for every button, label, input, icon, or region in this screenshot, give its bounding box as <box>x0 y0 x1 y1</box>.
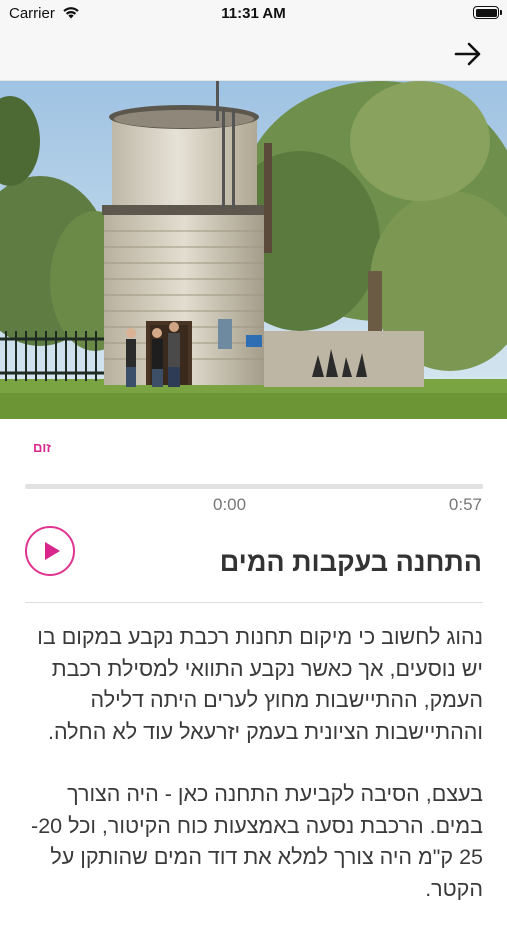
water-tower-photo[interactable] <box>0 81 507 419</box>
status-bar: Carrier 11:31 AM <box>0 0 507 28</box>
audio-progress-track[interactable] <box>25 484 483 489</box>
play-icon <box>45 542 60 560</box>
battery-icon <box>473 6 502 19</box>
stop-title: התחנה בעקבות המים <box>219 547 482 577</box>
navigation-bar <box>0 28 507 81</box>
status-time: 11:31 AM <box>221 5 286 22</box>
article-body: נהוג לחשוב כי מיקום תחנות רכבת נקבע במקו… <box>25 622 483 936</box>
current-time: 0:00 <box>213 495 247 514</box>
article-paragraph: בעצם, הסיבה לקביעת התחנה כאן - היה הצורך… <box>31 782 483 901</box>
total-time: 0:57 <box>448 495 482 514</box>
divider <box>25 602 483 603</box>
article-paragraph: נהוג לחשוב כי מיקום תחנות רכבת נקבע במקו… <box>37 625 483 744</box>
arrow-right-icon[interactable] <box>453 39 483 69</box>
zoom-link[interactable]: זום <box>33 440 51 455</box>
play-button[interactable] <box>25 526 75 576</box>
